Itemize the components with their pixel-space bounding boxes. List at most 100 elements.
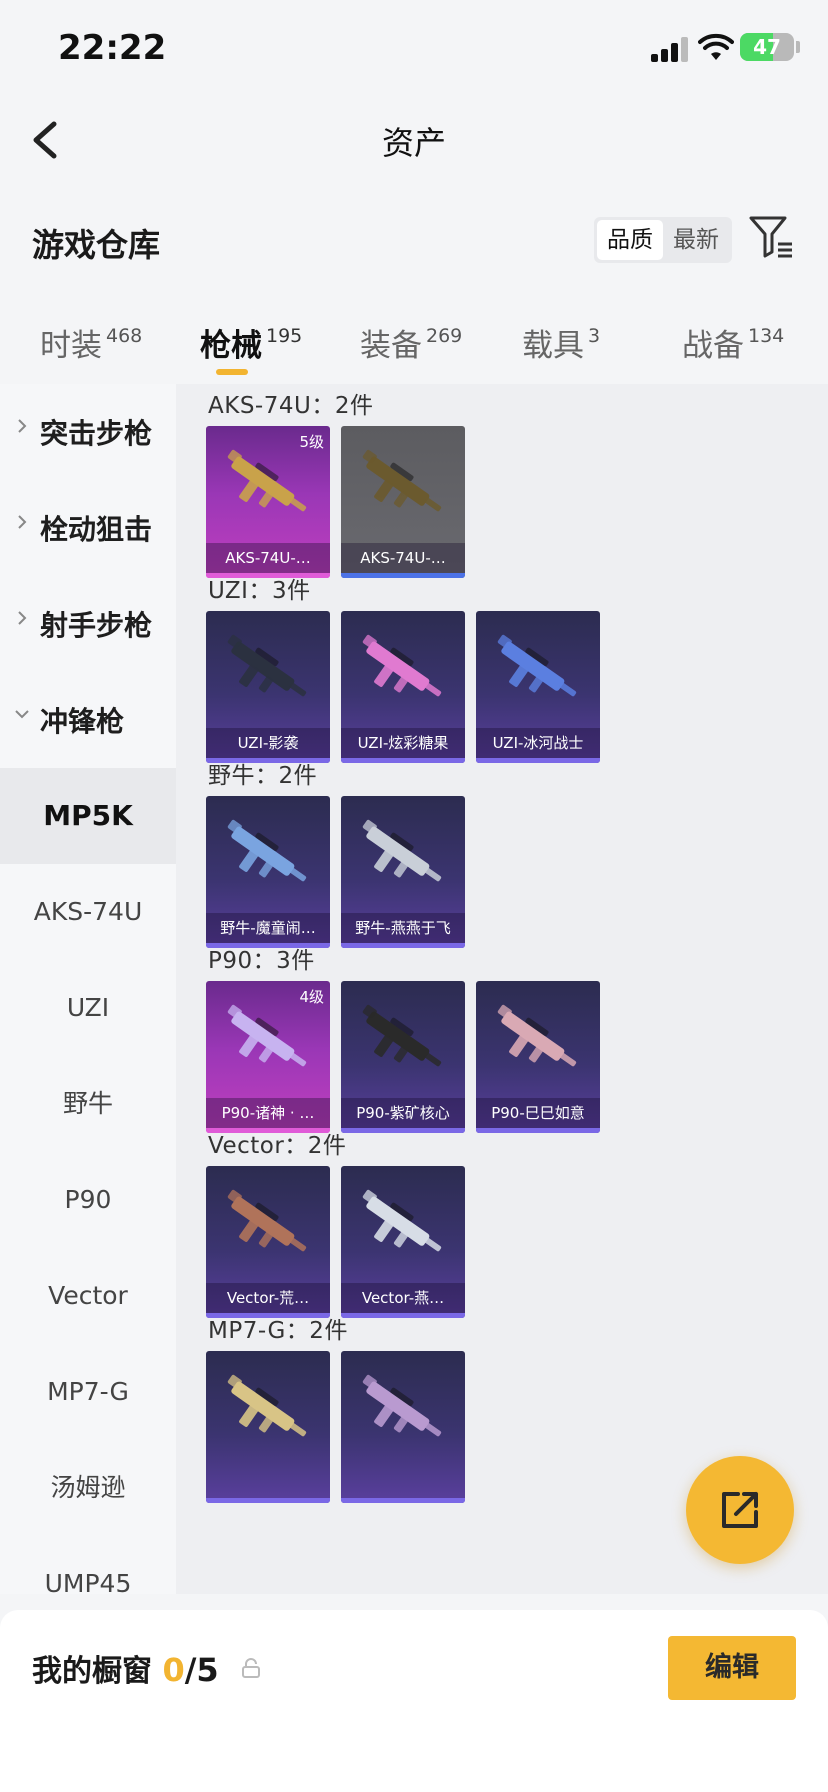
sidebar-item-ump45[interactable]: UMP45 xyxy=(0,1536,176,1594)
sidebar-item-thompson[interactable]: 汤姆逊 xyxy=(0,1440,176,1536)
rarity-bar xyxy=(341,1498,465,1503)
weapon-card[interactable]: UZI-炫彩糖果 xyxy=(341,611,465,763)
battery-cap xyxy=(796,41,800,53)
tab-vehicles[interactable]: 载具 3 xyxy=(522,320,600,365)
sidebar-category-marksman-rifle[interactable]: 射手步枪 xyxy=(0,576,176,672)
sort-newest-button[interactable]: 最新 xyxy=(663,220,729,260)
weapon-name: P90-巳巳如意 xyxy=(476,1098,600,1128)
weapon-name: UZI-影袭 xyxy=(206,728,330,758)
sidebar-item-mp5k[interactable]: MP5K xyxy=(0,768,176,864)
weapon-name: Vector-荒… xyxy=(206,1283,330,1313)
sort-toggle: 品质 最新 xyxy=(594,217,732,263)
weapon-skin-image xyxy=(362,1374,442,1437)
weapon-skin-image xyxy=(497,634,577,697)
tab-label: 战备 xyxy=(682,328,744,364)
weapon-card[interactable]: 野牛-燕燕于飞 xyxy=(341,796,465,948)
rarity-bar xyxy=(341,1313,465,1318)
tab-label: 时装 xyxy=(40,328,102,364)
group-title: UZI：3件 xyxy=(208,578,311,604)
tab-count: 195 xyxy=(266,325,303,347)
weapon-card[interactable] xyxy=(206,1351,330,1503)
tab-label: 枪械 xyxy=(200,328,262,364)
sidebar-category-label: 冲锋枪 xyxy=(40,705,125,738)
page-title: 资产 xyxy=(381,124,446,162)
filter-icon[interactable] xyxy=(748,214,794,260)
rarity-bar xyxy=(341,1128,465,1133)
weapon-card[interactable] xyxy=(341,1351,465,1503)
weapon-skin-image xyxy=(362,1189,442,1252)
nav-bar: 资产 xyxy=(0,100,828,180)
sort-quality-button[interactable]: 品质 xyxy=(597,220,663,260)
section-title: 游戏仓库 xyxy=(32,226,161,264)
sidebar-item-p90[interactable]: P90 xyxy=(0,1152,176,1248)
tab-gear[interactable]: 战备 134 xyxy=(682,320,784,365)
sidebar-category-label: 射手步枪 xyxy=(40,609,153,642)
sidebar-category-smg[interactable]: 冲锋枪 xyxy=(0,672,176,768)
tab-count: 269 xyxy=(426,325,463,347)
weapon-level-badge: 5级 xyxy=(299,433,324,451)
weapon-card[interactable]: Vector-荒… xyxy=(206,1166,330,1318)
weapon-skin-image xyxy=(227,1374,307,1437)
tab-fashion[interactable]: 时装 468 xyxy=(40,320,142,365)
rarity-bar xyxy=(341,943,465,948)
group-title: P90：3件 xyxy=(208,948,315,974)
weapon-name: 野牛-燕燕于飞 xyxy=(341,913,465,943)
tab-count: 134 xyxy=(748,325,785,347)
status-time: 22:22 xyxy=(58,28,167,68)
weapon-card[interactable]: 4级 P90-诸神 · … xyxy=(206,981,330,1133)
sidebar-category-label: 栓动狙击 xyxy=(40,513,153,546)
weapon-sidebar: 突击步枪 栓动狙击 射手步枪 冲锋枪 MP5K AKS-74U UZI 野牛 P… xyxy=(0,384,176,1594)
sidebar-category-assault-rifle[interactable]: 突击步枪 xyxy=(0,384,176,480)
sidebar-item-uzi[interactable]: UZI xyxy=(0,960,176,1056)
status-bar: 22:22 47 xyxy=(0,0,828,100)
sidebar-category-label: 突击步枪 xyxy=(40,417,153,450)
share-icon xyxy=(722,1492,758,1528)
weapon-name: UZI-炫彩糖果 xyxy=(341,728,465,758)
weapon-card[interactable]: AKS-74U-… xyxy=(341,426,465,578)
weapon-skin-image xyxy=(227,634,307,697)
weapon-skin-image xyxy=(497,1004,577,1067)
weapon-name: Vector-燕… xyxy=(341,1283,465,1313)
weapon-name: P90-诸神 · … xyxy=(206,1098,330,1128)
weapon-skin-image xyxy=(227,1004,307,1067)
showcase-label: 我的橱窗 0/5 xyxy=(32,1646,219,1690)
tab-label: 载具 xyxy=(522,328,584,364)
weapon-grid: AKS-74U：2件 5级 AKS-74U-… AKS-74U-… UZI：3件 UZI-… xyxy=(176,384,828,1594)
lock-icon xyxy=(242,1658,260,1678)
cellular-signal-icon xyxy=(651,36,691,62)
weapon-card[interactable]: P90-巳巳如意 xyxy=(476,981,600,1133)
wifi-icon xyxy=(698,33,734,60)
weapon-skin-image xyxy=(227,449,307,512)
sidebar-item-bison[interactable]: 野牛 xyxy=(0,1056,176,1152)
rarity-bar xyxy=(341,573,465,578)
sidebar-item-mp7g[interactable]: MP7-G xyxy=(0,1344,176,1440)
rarity-bar xyxy=(476,1128,600,1133)
share-button[interactable] xyxy=(686,1456,794,1564)
weapon-card[interactable]: Vector-燕… xyxy=(341,1166,465,1318)
weapon-name: UZI-冰河战士 xyxy=(476,728,600,758)
sidebar-item-aks74u[interactable]: AKS-74U xyxy=(0,864,176,960)
tab-label: 装备 xyxy=(360,328,422,364)
weapon-card[interactable]: 野牛-魔童闹… xyxy=(206,796,330,948)
tab-firearms[interactable]: 枪械 195 xyxy=(200,320,302,365)
sidebar-category-bolt-sniper[interactable]: 栓动狙击 xyxy=(0,480,176,576)
showcase-bar: 我的橱窗 0/5 编辑 xyxy=(0,1610,828,1792)
category-tabs: 时装 468 枪械 195 装备 269 载具 3 战备 134 xyxy=(0,310,828,384)
tab-equipment[interactable]: 装备 269 xyxy=(360,320,462,365)
weapon-skin-image xyxy=(362,634,442,697)
weapon-name: AKS-74U-… xyxy=(206,543,330,573)
rarity-bar xyxy=(341,758,465,763)
sidebar-item-vector[interactable]: Vector xyxy=(0,1248,176,1344)
weapon-card[interactable]: P90-紫矿核心 xyxy=(341,981,465,1133)
weapon-card[interactable]: UZI-冰河战士 xyxy=(476,611,600,763)
weapon-card[interactable]: 5级 AKS-74U-… xyxy=(206,426,330,578)
weapon-card[interactable]: UZI-影袭 xyxy=(206,611,330,763)
battery-icon: 47 xyxy=(740,33,794,61)
weapon-name: P90-紫矿核心 xyxy=(341,1098,465,1128)
rarity-bar xyxy=(206,1498,330,1503)
tab-count: 3 xyxy=(588,325,601,347)
weapon-skin-image xyxy=(227,1189,307,1252)
active-tab-indicator xyxy=(216,369,248,375)
chevron-right-icon xyxy=(18,611,27,625)
edit-button[interactable]: 编辑 xyxy=(668,1636,796,1700)
